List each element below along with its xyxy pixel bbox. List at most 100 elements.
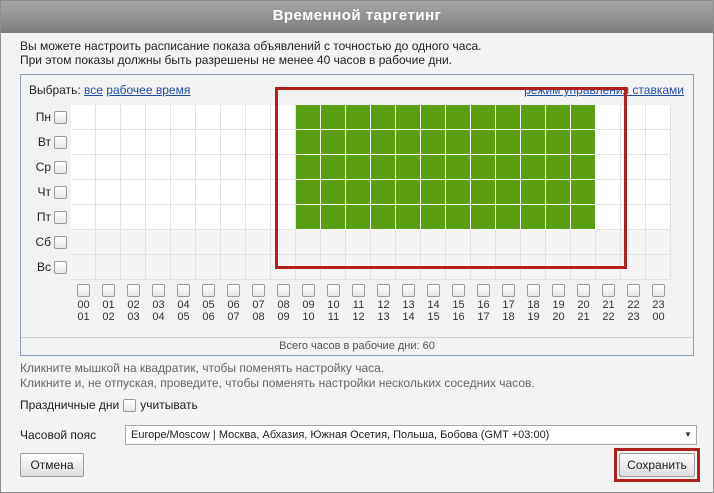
hour-checkbox[interactable] <box>277 284 290 297</box>
schedule-cell[interactable] <box>596 255 621 280</box>
schedule-cell[interactable] <box>121 180 146 205</box>
hour-checkbox[interactable] <box>477 284 490 297</box>
schedule-cell[interactable] <box>471 105 496 130</box>
schedule-cell[interactable] <box>121 155 146 180</box>
schedule-cell[interactable] <box>521 255 546 280</box>
schedule-cell[interactable] <box>321 180 346 205</box>
dropdown-arrow-icon[interactable]: ▼ <box>680 426 696 444</box>
schedule-cell[interactable] <box>71 230 96 255</box>
schedule-cell[interactable] <box>121 255 146 280</box>
schedule-cell[interactable] <box>296 255 321 280</box>
schedule-cell[interactable] <box>146 230 171 255</box>
holidays-checkbox[interactable] <box>123 398 137 412</box>
schedule-cell[interactable] <box>321 105 346 130</box>
schedule-cell[interactable] <box>246 130 271 155</box>
day-checkbox[interactable] <box>54 235 67 249</box>
schedule-cell[interactable] <box>296 130 321 155</box>
schedule-cell[interactable] <box>421 180 446 205</box>
schedule-cell[interactable] <box>646 130 671 155</box>
cancel-button[interactable]: Отмена <box>20 453 84 477</box>
schedule-cell[interactable] <box>271 255 296 280</box>
schedule-cell[interactable] <box>396 205 421 230</box>
schedule-cell[interactable] <box>571 180 596 205</box>
schedule-cell[interactable] <box>621 105 646 130</box>
schedule-cell[interactable] <box>371 180 396 205</box>
schedule-cell[interactable] <box>446 130 471 155</box>
schedule-cell[interactable] <box>146 130 171 155</box>
hour-checkbox[interactable] <box>602 284 615 297</box>
schedule-cell[interactable] <box>271 230 296 255</box>
schedule-cell[interactable] <box>321 255 346 280</box>
schedule-cell[interactable] <box>371 230 396 255</box>
schedule-cell[interactable] <box>196 205 221 230</box>
hour-checkbox[interactable] <box>627 284 640 297</box>
hour-checkbox[interactable] <box>302 284 315 297</box>
schedule-cell[interactable] <box>246 155 271 180</box>
schedule-cell[interactable] <box>246 180 271 205</box>
schedule-cell[interactable] <box>596 105 621 130</box>
schedule-cell[interactable] <box>171 180 196 205</box>
schedule-cell[interactable] <box>496 230 521 255</box>
schedule-cell[interactable] <box>346 230 371 255</box>
schedule-cell[interactable] <box>71 205 96 230</box>
schedule-cell[interactable] <box>596 155 621 180</box>
schedule-cell[interactable] <box>296 205 321 230</box>
schedule-cell[interactable] <box>471 180 496 205</box>
schedule-cell[interactable] <box>221 205 246 230</box>
hour-checkbox[interactable] <box>652 284 665 297</box>
hour-checkbox[interactable] <box>402 284 415 297</box>
schedule-cell[interactable] <box>196 130 221 155</box>
schedule-cell[interactable] <box>371 155 396 180</box>
schedule-cell[interactable] <box>221 255 246 280</box>
hour-checkbox[interactable] <box>127 284 140 297</box>
schedule-cell[interactable] <box>446 205 471 230</box>
hour-checkbox[interactable] <box>77 284 90 297</box>
save-button[interactable]: Сохранить <box>619 453 695 477</box>
schedule-cell[interactable] <box>621 155 646 180</box>
schedule-cell[interactable] <box>396 180 421 205</box>
schedule-cell[interactable] <box>421 230 446 255</box>
schedule-cell[interactable] <box>321 130 346 155</box>
day-checkbox[interactable] <box>54 210 67 224</box>
select-all-link[interactable]: все <box>84 83 103 97</box>
schedule-cell[interactable] <box>71 180 96 205</box>
schedule-cell[interactable] <box>221 130 246 155</box>
hour-checkbox[interactable] <box>377 284 390 297</box>
schedule-cell[interactable] <box>346 105 371 130</box>
schedule-cell[interactable] <box>296 105 321 130</box>
schedule-cell[interactable] <box>396 230 421 255</box>
schedule-cell[interactable] <box>596 180 621 205</box>
schedule-cell[interactable] <box>346 155 371 180</box>
schedule-cell[interactable] <box>296 230 321 255</box>
schedule-cell[interactable] <box>546 255 571 280</box>
schedule-cell[interactable] <box>471 255 496 280</box>
schedule-cell[interactable] <box>96 230 121 255</box>
bid-mode-link[interactable]: режим управления ставками <box>524 83 684 97</box>
schedule-cell[interactable] <box>371 130 396 155</box>
schedule-cell[interactable] <box>396 130 421 155</box>
schedule-cell[interactable] <box>471 130 496 155</box>
schedule-cell[interactable] <box>446 105 471 130</box>
schedule-cell[interactable] <box>71 130 96 155</box>
schedule-cell[interactable] <box>621 130 646 155</box>
schedule-cell[interactable] <box>521 105 546 130</box>
schedule-cell[interactable] <box>246 205 271 230</box>
schedule-cell[interactable] <box>546 205 571 230</box>
schedule-cell[interactable] <box>621 180 646 205</box>
schedule-cell[interactable] <box>446 180 471 205</box>
hour-checkbox[interactable] <box>427 284 440 297</box>
schedule-cell[interactable] <box>646 205 671 230</box>
select-work-time-link[interactable]: рабочее время <box>106 83 190 97</box>
schedule-cell[interactable] <box>221 180 246 205</box>
schedule-cell[interactable] <box>346 130 371 155</box>
schedule-cell[interactable] <box>421 205 446 230</box>
schedule-cell[interactable] <box>646 105 671 130</box>
hour-checkbox[interactable] <box>152 284 165 297</box>
schedule-cell[interactable] <box>571 130 596 155</box>
day-checkbox[interactable] <box>54 110 67 124</box>
schedule-cell[interactable] <box>196 230 221 255</box>
schedule-cell[interactable] <box>71 105 96 130</box>
schedule-cell[interactable] <box>496 180 521 205</box>
schedule-cell[interactable] <box>571 105 596 130</box>
schedule-cell[interactable] <box>121 205 146 230</box>
